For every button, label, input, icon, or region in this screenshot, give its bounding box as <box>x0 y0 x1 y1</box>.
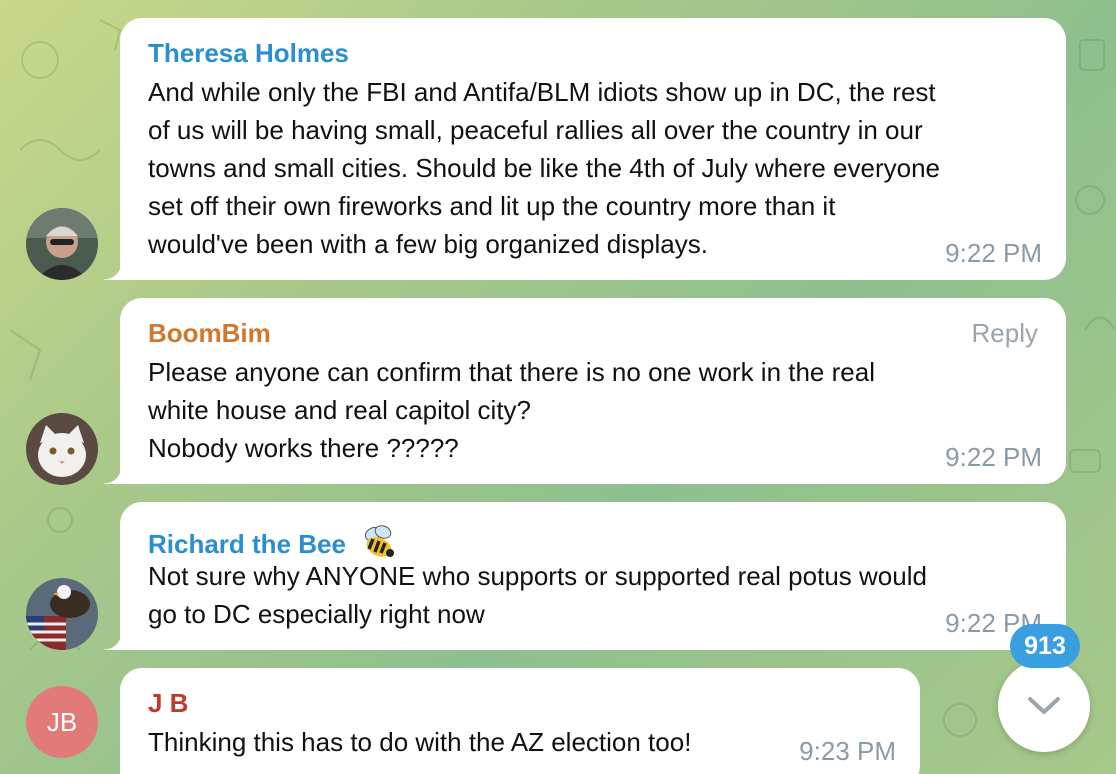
cat-photo-icon <box>26 413 98 485</box>
avatar-initials: JB <box>46 706 78 737</box>
message-bubble[interactable]: Theresa Holmes And while only the FBI an… <box>104 18 1066 280</box>
sender-name[interactable]: Richard the Bee <box>148 522 399 562</box>
sender-name[interactable]: BoomBim <box>148 318 271 349</box>
chevron-down-icon <box>1028 697 1060 714</box>
message-bubble[interactable]: Richard the Bee Not sure why ANYONE who … <box>104 502 1066 650</box>
scroll-to-bottom-button[interactable] <box>998 660 1090 752</box>
message-time: 9:23 PM <box>799 736 896 766</box>
sender-name[interactable]: Theresa Holmes <box>148 38 349 69</box>
user-photo-icon <box>26 208 98 280</box>
message-text: Thinking this has to do with the AZ elec… <box>148 727 692 757</box>
unread-count-badge: 913 <box>1010 624 1080 668</box>
bee-icon <box>365 525 395 557</box>
message-text: And while only the FBI and Antifa/BLM id… <box>148 77 940 259</box>
message-time: 9:22 PM <box>945 238 1042 268</box>
message-text: Not sure why ANYONE who supports or supp… <box>148 561 927 629</box>
eagle-flag-photo-icon <box>26 578 98 650</box>
message-bubble[interactable]: BoomBim Reply Please anyone can confirm … <box>104 298 1066 484</box>
avatar-theresa-holmes[interactable] <box>26 208 98 280</box>
sender-name-text: Richard the Bee <box>148 529 346 559</box>
reply-button[interactable]: Reply <box>972 318 1038 349</box>
sender-name[interactable]: J B <box>148 688 188 719</box>
message-text: Please anyone can confirm that there is … <box>148 357 875 463</box>
message-bubble[interactable]: J B Thinking this has to do with the AZ … <box>104 668 920 774</box>
avatar-jb[interactable]: JB <box>26 686 98 758</box>
message-time: 9:22 PM <box>945 442 1042 472</box>
avatar-boombim[interactable] <box>26 413 98 485</box>
avatar-richard-the-bee[interactable] <box>26 578 98 650</box>
